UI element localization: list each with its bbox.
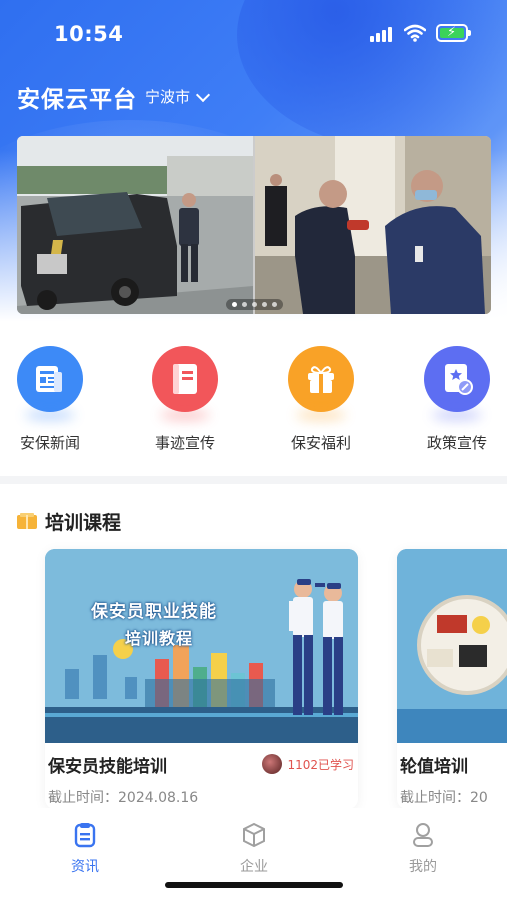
banner-photo-interview — [255, 136, 491, 314]
carousel-dot[interactable] — [241, 302, 247, 307]
learned-count: 1102已学习 — [262, 753, 354, 775]
document-icon — [173, 364, 197, 394]
learned-count-label: 1102已学习 — [287, 757, 354, 772]
carousel-dot[interactable] — [271, 302, 277, 307]
tab-news[interactable]: 资讯 — [45, 822, 125, 876]
course-deadline: 截止时间：2024.08.16 — [48, 790, 199, 806]
quick-actions: 安保新闻 事迹宣传 保安福利 政策宣传 — [0, 346, 507, 456]
profile-icon — [410, 822, 436, 848]
quick-action-label: 事迹宣传 — [154, 434, 215, 452]
tab-label: 资讯 — [71, 859, 99, 875]
course-name: 保安员技能培训 — [48, 757, 167, 777]
book-icon — [17, 513, 37, 529]
course-name: 轮值培训 — [400, 757, 468, 777]
status-time: 10:54 — [54, 22, 124, 46]
course-poster: 保安员职业技能 培训教程 — [45, 549, 358, 743]
quick-action-news[interactable]: 安保新闻 — [0, 346, 100, 453]
section-divider — [0, 476, 507, 484]
tab-label: 我的 — [409, 859, 437, 875]
enterprise-cube-icon — [241, 822, 267, 848]
carousel-indicator — [17, 299, 491, 310]
course-poster — [397, 549, 507, 743]
quick-action-benefits[interactable]: 保安福利 — [271, 346, 371, 453]
status-bar: 10:54 ⚡ — [0, 0, 507, 70]
home-indicator — [165, 882, 343, 888]
tab-label: 企业 — [240, 859, 268, 875]
quick-action-stories[interactable]: 事迹宣传 — [135, 346, 235, 453]
battery-icon: ⚡ — [436, 24, 471, 42]
quick-action-label: 政策宣传 — [426, 434, 487, 452]
course-card[interactable]: 轮值培训 截止时间：20 — [397, 549, 507, 809]
carousel-dot[interactable] — [231, 302, 237, 307]
news-tab-icon — [72, 822, 98, 848]
poster-subtitle: 培训教程 — [125, 629, 194, 648]
carousel-dot[interactable] — [261, 302, 267, 307]
city-selector[interactable]: 宁波市 — [145, 86, 211, 107]
avatar — [262, 754, 283, 774]
courses-section-header: 培训课程 — [17, 508, 121, 534]
course-deadline: 截止时间：20 — [400, 790, 488, 806]
quick-action-policy[interactable]: 政策宣传 — [407, 346, 507, 453]
newspaper-icon — [36, 366, 62, 392]
tab-enterprise[interactable]: 企业 — [214, 822, 294, 876]
quick-action-label: 安保新闻 — [19, 434, 80, 452]
quick-action-label: 保安福利 — [290, 434, 351, 452]
app-title: 安保云平台 — [17, 87, 137, 113]
wifi-icon — [403, 24, 427, 42]
city-label: 宁波市 — [145, 88, 191, 106]
tab-profile[interactable]: 我的 — [383, 822, 463, 876]
banner-photo-armored-van — [17, 136, 253, 314]
carousel-dot[interactable] — [251, 302, 257, 307]
banner-carousel[interactable] — [17, 136, 491, 314]
gift-icon — [308, 366, 334, 393]
course-card[interactable]: 保安员职业技能 培训教程 保安员技能培训 1102已学习 截止时间：2024.0… — [45, 549, 358, 809]
policy-icon — [445, 364, 473, 395]
poster-title: 保安员职业技能 — [91, 602, 217, 622]
chevron-down-icon — [195, 87, 211, 102]
section-title: 培训课程 — [45, 511, 122, 534]
signal-icon — [370, 26, 396, 42]
